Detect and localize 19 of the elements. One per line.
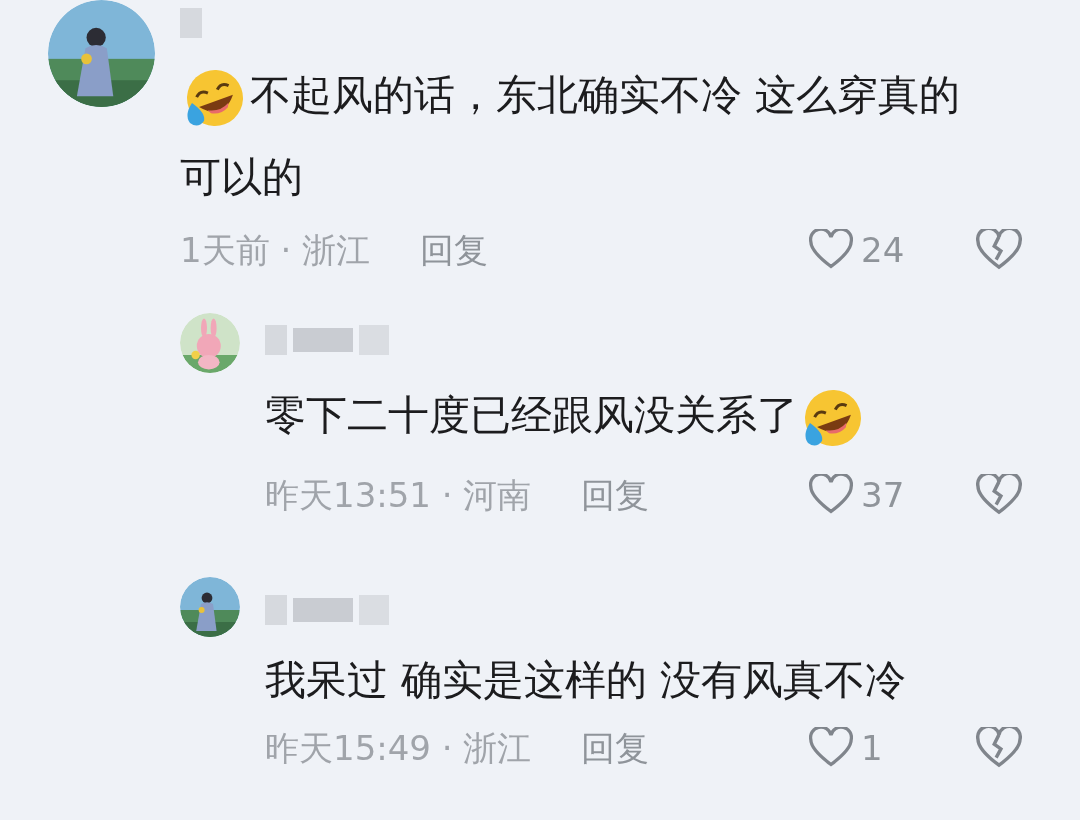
heart-icon[interactable] xyxy=(809,474,853,516)
timestamp-location: 昨天13:51 · 河南 xyxy=(265,473,532,517)
comment-text: 零下二十度已经跟风没关系了 xyxy=(265,380,1080,451)
reply-button[interactable]: 回复 xyxy=(581,722,650,774)
reply-button[interactable]: 回复 xyxy=(581,469,650,521)
timestamp-location: 昨天15:49 · 浙江 xyxy=(265,726,532,770)
like-count: 37 xyxy=(861,473,905,517)
reply-button[interactable]: 回复 xyxy=(420,224,489,276)
heart-icon[interactable] xyxy=(809,229,853,271)
broken-heart-icon[interactable] xyxy=(976,229,1022,271)
broken-heart-icon[interactable] xyxy=(976,727,1022,769)
heart-icon[interactable] xyxy=(809,727,853,769)
comment-text: 不起风的话，东北确实不冷 这么穿真的可以的 xyxy=(180,54,980,218)
blurred-username xyxy=(180,8,202,38)
like-count: 24 xyxy=(861,228,905,272)
broken-heart-icon[interactable] xyxy=(976,474,1022,516)
comment-text: 我呆过 确实是这样的 没有风真不冷 xyxy=(265,655,908,706)
timestamp-location: 1天前 · 浙江 xyxy=(180,228,371,272)
like-count: 1 xyxy=(861,726,883,770)
